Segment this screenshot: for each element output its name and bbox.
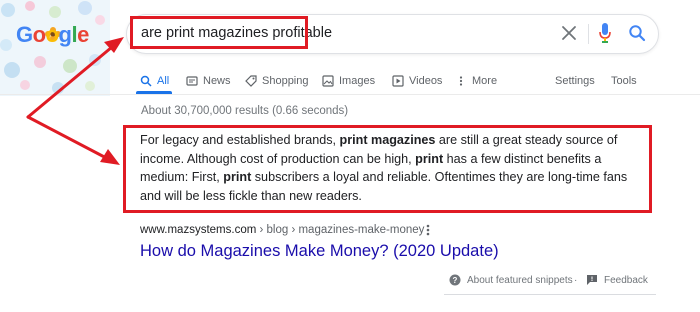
logo-letter: o bbox=[32, 22, 46, 47]
feedback-icon bbox=[587, 275, 597, 285]
result-domain: www.mazsystems.com bbox=[140, 224, 257, 236]
tag-icon bbox=[245, 75, 257, 87]
tab-shopping[interactable]: Shopping bbox=[245, 70, 309, 92]
search-icon[interactable] bbox=[628, 24, 646, 42]
featured-snippet-text: For legacy and established brands, print… bbox=[140, 131, 645, 205]
image-icon bbox=[322, 75, 334, 87]
header-divider bbox=[0, 94, 700, 95]
google-logo[interactable]: Google bbox=[0, 0, 110, 96]
tools-button[interactable]: Tools bbox=[611, 70, 637, 92]
tab-label: News bbox=[203, 75, 231, 87]
about-featured-snippets-link[interactable]: ? About featured snippets bbox=[449, 272, 573, 288]
logo-letter: g bbox=[58, 22, 72, 47]
tab-label: Videos bbox=[409, 75, 443, 87]
doodle-flowers-icon bbox=[0, 0, 110, 96]
help-icon: ? bbox=[449, 274, 461, 286]
snippet-bold: print bbox=[415, 151, 444, 166]
mic-icon[interactable] bbox=[598, 22, 612, 44]
svg-text:?: ? bbox=[453, 276, 458, 285]
tab-more[interactable]: More bbox=[455, 70, 497, 92]
feedback-link[interactable]: Feedback bbox=[586, 272, 648, 288]
result-breadcrumb: › blog › magazines-make-money bbox=[256, 224, 425, 236]
about-snippets-label: About featured snippets bbox=[467, 274, 573, 286]
snippet-bold: print magazines bbox=[339, 133, 436, 147]
tab-label: Shopping bbox=[262, 75, 309, 87]
google-wordmark: Google bbox=[16, 22, 89, 48]
footer-divider bbox=[444, 294, 656, 295]
query-highlight-box bbox=[130, 16, 308, 49]
news-icon bbox=[186, 76, 198, 86]
logo-letter: G bbox=[16, 22, 33, 47]
footer-separator: · bbox=[574, 274, 578, 286]
tab-label: All bbox=[157, 75, 170, 87]
tab-label: Images bbox=[339, 75, 376, 87]
search-icon bbox=[140, 75, 152, 87]
tab-images[interactable]: Images bbox=[322, 70, 375, 92]
tab-videos[interactable]: Videos bbox=[392, 70, 442, 92]
search-box-divider bbox=[588, 24, 589, 44]
result-stats: About 30,700,000 results (0.66 seconds) bbox=[141, 105, 349, 117]
logo-letter: e bbox=[77, 22, 89, 47]
tab-all[interactable]: All bbox=[140, 70, 169, 92]
arrow-head-snippet-icon bbox=[100, 149, 120, 165]
snippet-text: For legacy and established brands, bbox=[140, 133, 340, 147]
settings-button[interactable]: Settings bbox=[555, 70, 595, 92]
clear-icon[interactable] bbox=[560, 24, 578, 42]
feedback-label: Feedback bbox=[604, 274, 648, 286]
result-title-link[interactable]: How do Magazines Make Money? (2020 Updat… bbox=[140, 242, 499, 261]
logo-letter: o bbox=[45, 22, 59, 47]
arrow-to-snippet bbox=[26, 115, 114, 163]
more-vert-icon bbox=[459, 76, 463, 86]
tab-label: More bbox=[472, 75, 498, 87]
more-vert-icon[interactable] bbox=[424, 222, 432, 238]
result-url[interactable]: www.mazsystems.com › blog › magazines-ma… bbox=[140, 224, 424, 236]
video-icon bbox=[392, 75, 404, 87]
tab-news[interactable]: News bbox=[186, 70, 231, 92]
snippet-bold: print bbox=[223, 170, 252, 185]
